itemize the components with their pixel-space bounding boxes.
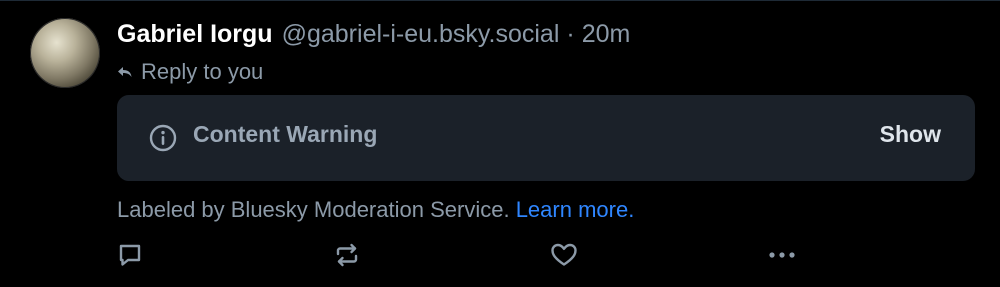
- avatar[interactable]: [30, 18, 100, 88]
- post-timestamp[interactable]: 20m: [582, 20, 631, 49]
- show-button[interactable]: Show: [880, 121, 941, 148]
- post-header: Gabriel Iorgu @gabriel-i-eu.bsky.social …: [117, 20, 630, 54]
- author-handle[interactable]: @gabriel-i-eu.bsky.social: [282, 20, 560, 49]
- moderation-text: Labeled by Bluesky Moderation Service.: [117, 197, 510, 222]
- ellipsis-icon: [767, 250, 797, 260]
- more-options-button[interactable]: [767, 240, 797, 270]
- content-warning-card[interactable]: Content Warning Show: [117, 95, 975, 181]
- header-separator: ·: [566, 20, 575, 48]
- repost-button[interactable]: [332, 240, 362, 270]
- top-divider: [0, 0, 1000, 1]
- heart-icon: [550, 242, 578, 268]
- reply-context: Reply to you: [117, 58, 263, 86]
- comment-icon: [117, 242, 143, 268]
- reply-arrow-icon: [117, 64, 133, 80]
- moderation-label: Labeled by Bluesky Moderation Service. L…: [117, 197, 634, 223]
- reply-context-label: Reply to you: [141, 59, 264, 84]
- learn-more-link[interactable]: Learn more.: [516, 197, 635, 222]
- info-circle-icon: [149, 124, 177, 152]
- author-name[interactable]: Gabriel Iorgu: [117, 20, 273, 49]
- content-warning-label: Content Warning: [193, 121, 378, 147]
- reply-button[interactable]: [115, 240, 145, 270]
- like-button[interactable]: [549, 240, 579, 270]
- repost-icon: [334, 242, 360, 268]
